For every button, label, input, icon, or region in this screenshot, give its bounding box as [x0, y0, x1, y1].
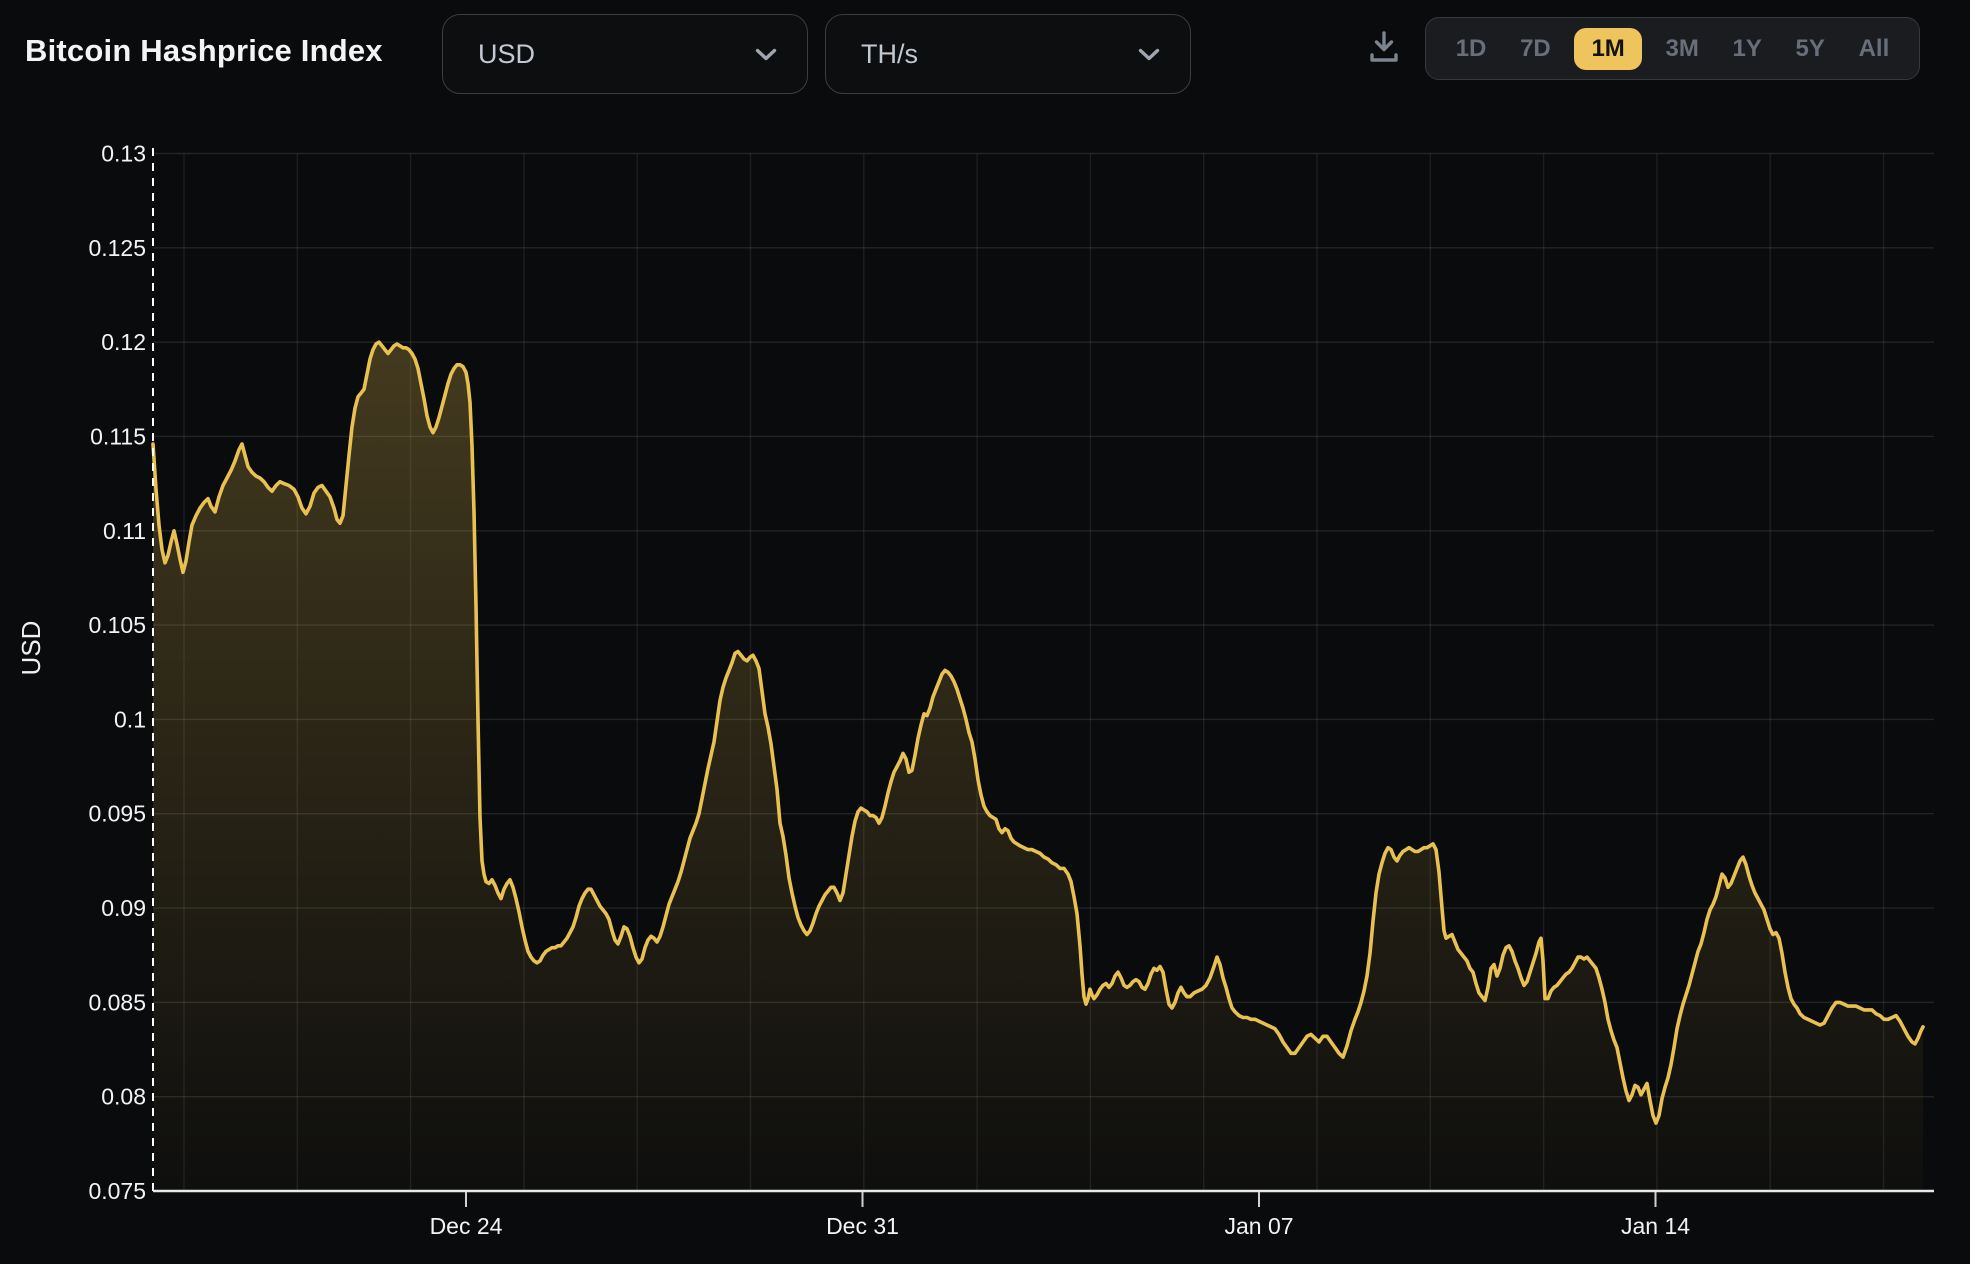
- y-axis-tick-label: 0.09: [101, 895, 146, 921]
- y-axis-tick-label: 0.125: [88, 235, 146, 261]
- y-axis-tick-label: 0.095: [88, 801, 146, 827]
- y-axis-tick-label: 0.08: [101, 1084, 146, 1110]
- y-axis-tick-label: 0.1: [114, 706, 146, 732]
- y-axis-title: USD: [16, 621, 46, 676]
- y-axis-tick-label: 0.12: [101, 329, 146, 355]
- x-axis-tick-label: Jan 07: [1224, 1213, 1293, 1239]
- y-axis-tick-label: 0.075: [88, 1178, 146, 1204]
- x-axis-tick-label: Dec 31: [826, 1213, 899, 1239]
- y-axis-tick-label: 0.13: [101, 141, 146, 167]
- y-axis-tick-label: 0.105: [88, 612, 146, 638]
- hashprice-chart[interactable]: 0.13 0.125 0.12 0.115 0.11 0.105 0.1 0.095 0.09 0…: [0, 0, 1970, 1264]
- y-axis-tick-label: 0.11: [103, 518, 146, 544]
- y-axis-tick-label: 0.115: [90, 423, 146, 449]
- x-axis-tick-label: Jan 14: [1621, 1213, 1690, 1239]
- y-axis-tick-label: 0.085: [88, 989, 146, 1015]
- x-axis-tick-label: Dec 24: [430, 1213, 503, 1239]
